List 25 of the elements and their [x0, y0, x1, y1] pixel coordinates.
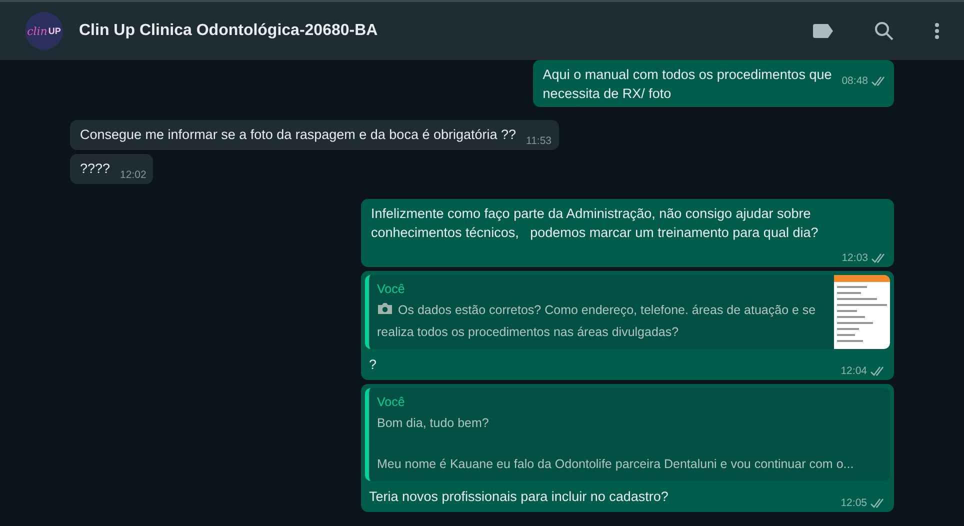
menu-icon[interactable] [934, 22, 940, 40]
quote-author: Você [377, 394, 406, 411]
quote-author: Você [377, 281, 406, 298]
label-icon[interactable] [813, 24, 834, 38]
message-text: ? [369, 356, 377, 374]
quote-text: Os dados estão corretos? Como endereço, telefone. áreas de atuação e se realiza todos os procedimentos nas áreas divulgadas? [377, 301, 817, 341]
message-text: Infelizmente como faço parte da Administração, não consigo ajudar sobre conhecimentos técnicos, podemos marcar um treinamento para qual dia? [371, 205, 820, 242]
message-time: 12:03 [842, 251, 868, 266]
message-text: ???? [80, 160, 110, 178]
message-time: 12:02 [120, 168, 146, 183]
message-time: 11:53 [526, 134, 552, 149]
quoted-message[interactable]: Você Os dados estão corretos? Como endereço, telefone. áreas de atuação e se realiza todos os procedimentos nas áreas divulgadas? [365, 275, 890, 349]
contact-avatar[interactable]: clin UP [25, 12, 63, 50]
chat-title[interactable]: Clin Up Clinica Odontológica-20680-BA [79, 22, 773, 40]
message-time: 08:48 [842, 74, 868, 89]
quote-text: Meu nome é Kauane eu falo da Odontolife parceira Dentaluni e vou continuar com o... [377, 456, 855, 473]
message-text: Consegue me informar se a foto da raspagem e da boca é obrigatória ?? [80, 126, 516, 144]
message-time: 12:04 [840, 364, 867, 379]
message-text: Teria novos profissionais para incluir no cadastro? [369, 488, 668, 506]
camera-icon [377, 302, 393, 315]
quote-text: Bom dia, tudo bem? [377, 415, 490, 432]
search-icon[interactable] [874, 21, 894, 41]
message-text: Aqui o manual com todos os procedimentos que necessita de RX/ foto [542, 66, 832, 103]
message-time: 12:05 [840, 496, 867, 511]
quoted-message[interactable]: Você Bom dia, tudo bem? Meu nome é Kauane eu falo da Odontolife parceira Dentaluni e vou continuar com o... [365, 388, 890, 481]
